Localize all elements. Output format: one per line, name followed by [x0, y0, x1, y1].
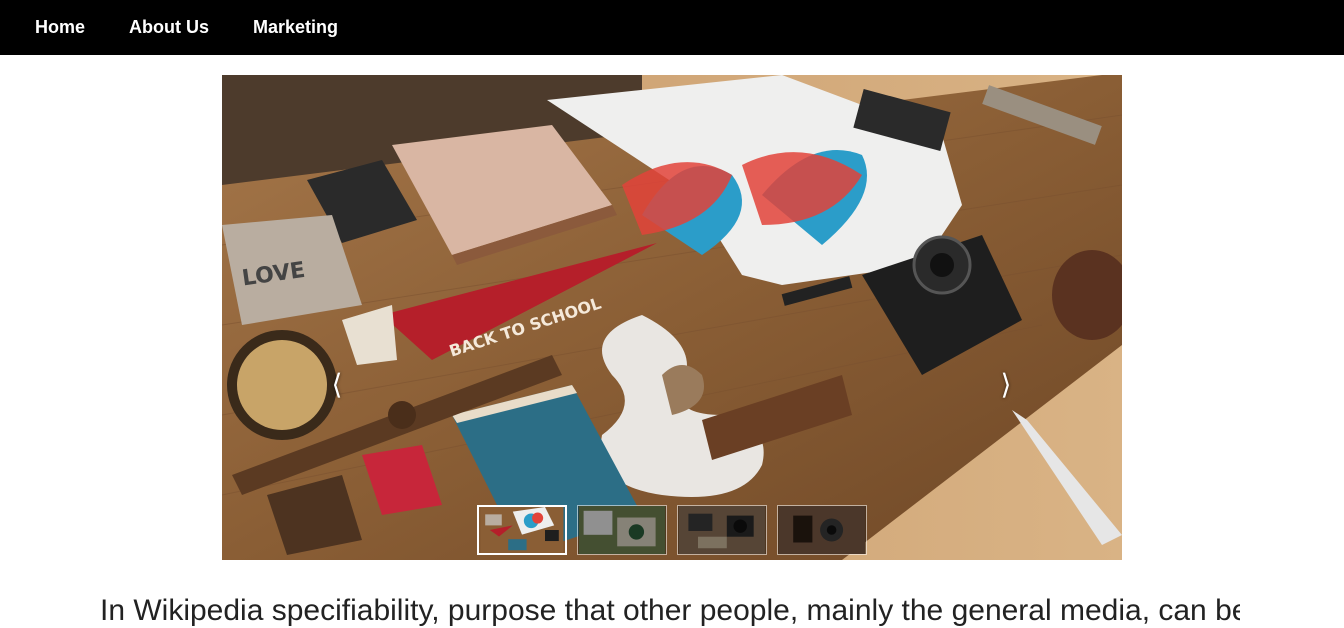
- article-body-text: In Wikipedia specifiability, purpose tha…: [100, 594, 1240, 627]
- chevron-left-icon: ⟨: [331, 368, 343, 401]
- slider-thumbnails: [477, 505, 867, 555]
- slider-thumbnail-1[interactable]: [477, 505, 567, 555]
- slider-thumbnail-3[interactable]: [677, 505, 767, 555]
- top-navbar: Home About Us Marketing: [0, 0, 1344, 55]
- chevron-right-icon: ⟩: [1000, 368, 1012, 401]
- nav-link-home[interactable]: Home: [35, 16, 85, 38]
- thumbnail-image-icon: [678, 506, 766, 554]
- image-slider: LOVE BACK TO SCHOOL ⟨ ⟩: [222, 75, 1122, 560]
- thumbnail-image-icon: [480, 507, 564, 553]
- nav-link-marketing[interactable]: Marketing: [253, 16, 338, 38]
- slider-prev-arrow[interactable]: ⟨: [327, 365, 347, 405]
- slider-next-arrow[interactable]: ⟩: [996, 365, 1016, 405]
- thumbnail-image-icon: [778, 506, 866, 554]
- slide-image-flatlay: LOVE BACK TO SCHOOL: [222, 75, 1122, 560]
- slider-thumbnail-2[interactable]: [577, 505, 667, 555]
- nav-link-about-us[interactable]: About Us: [129, 16, 209, 38]
- slider-thumbnail-4[interactable]: [777, 505, 867, 555]
- thumbnail-image-icon: [578, 506, 666, 554]
